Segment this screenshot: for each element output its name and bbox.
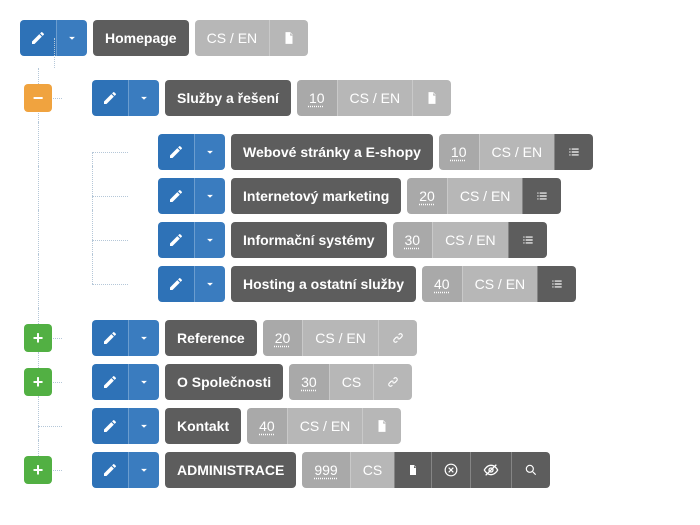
page-title[interactable]: Reference <box>165 320 257 356</box>
dropdown-button[interactable] <box>194 222 225 258</box>
dropdown-button[interactable] <box>128 452 159 488</box>
page-title[interactable]: Hosting a ostatní služby <box>231 266 416 302</box>
lang-badge[interactable]: CS <box>329 364 373 400</box>
edit-button[interactable] <box>92 80 128 116</box>
dropdown-button[interactable] <box>128 320 159 356</box>
order-badge[interactable]: 20 <box>263 320 303 356</box>
page-title[interactable]: Homepage <box>93 20 189 56</box>
edit-button[interactable] <box>158 178 194 214</box>
list-icon[interactable] <box>522 178 561 214</box>
link-icon <box>378 320 417 356</box>
expand-button[interactable]: + <box>24 456 52 484</box>
list-icon[interactable] <box>554 134 593 170</box>
order-badge[interactable]: 30 <box>393 222 433 258</box>
order-badge[interactable]: 40 <box>422 266 462 302</box>
list-icon[interactable] <box>537 266 576 302</box>
order-badge[interactable]: 10 <box>439 134 479 170</box>
edit-button[interactable] <box>158 222 194 258</box>
page-title[interactable]: Kontakt <box>165 408 241 444</box>
link-icon <box>373 364 412 400</box>
page-title[interactable]: O Společnosti <box>165 364 283 400</box>
expand-button[interactable]: + <box>24 368 52 396</box>
collapse-button[interactable]: − <box>24 84 52 112</box>
lang-badge[interactable]: CS / EN <box>302 320 378 356</box>
page-title[interactable]: Služby a řešení <box>165 80 291 116</box>
dropdown-button[interactable] <box>128 408 159 444</box>
page-title[interactable]: Webové stránky a E-shopy <box>231 134 433 170</box>
page-title[interactable]: Internetový marketing <box>231 178 401 214</box>
visibility-icon[interactable] <box>470 452 511 488</box>
lang-badge[interactable]: CS / EN <box>432 222 508 258</box>
page-title[interactable]: Informační systémy <box>231 222 387 258</box>
dropdown-button[interactable] <box>56 20 87 56</box>
order-badge[interactable]: 10 <box>297 80 337 116</box>
lang-badge[interactable]: CS / EN <box>195 20 270 56</box>
edit-button[interactable] <box>92 320 128 356</box>
lang-badge[interactable]: CS / EN <box>337 80 413 116</box>
lang-badge[interactable]: CS / EN <box>479 134 555 170</box>
lang-badge[interactable]: CS / EN <box>287 408 363 444</box>
expand-button[interactable]: + <box>24 324 52 352</box>
file-icon <box>269 20 308 56</box>
edit-button[interactable] <box>92 452 128 488</box>
edit-button[interactable] <box>92 364 128 400</box>
order-badge[interactable]: 30 <box>289 364 329 400</box>
file-icon <box>362 408 401 444</box>
dropdown-button[interactable] <box>128 80 159 116</box>
search-icon[interactable] <box>511 452 550 488</box>
dropdown-button[interactable] <box>194 266 225 302</box>
edit-group <box>20 20 87 56</box>
order-badge[interactable]: 40 <box>247 408 287 444</box>
order-badge[interactable]: 999 <box>302 452 349 488</box>
file-icon <box>394 452 431 488</box>
list-icon[interactable] <box>508 222 547 258</box>
edit-button[interactable] <box>20 20 56 56</box>
lang-badge[interactable]: CS <box>350 452 394 488</box>
edit-button[interactable] <box>158 134 194 170</box>
lang-badge[interactable]: CS / EN <box>447 178 523 214</box>
dropdown-button[interactable] <box>194 178 225 214</box>
disable-icon[interactable] <box>431 452 470 488</box>
edit-button[interactable] <box>92 408 128 444</box>
dropdown-button[interactable] <box>194 134 225 170</box>
dropdown-button[interactable] <box>128 364 159 400</box>
order-badge[interactable]: 20 <box>407 178 447 214</box>
edit-button[interactable] <box>158 266 194 302</box>
page-title[interactable]: ADMINISTRACE <box>165 452 296 488</box>
lang-badge[interactable]: CS / EN <box>462 266 538 302</box>
file-icon <box>412 80 451 116</box>
